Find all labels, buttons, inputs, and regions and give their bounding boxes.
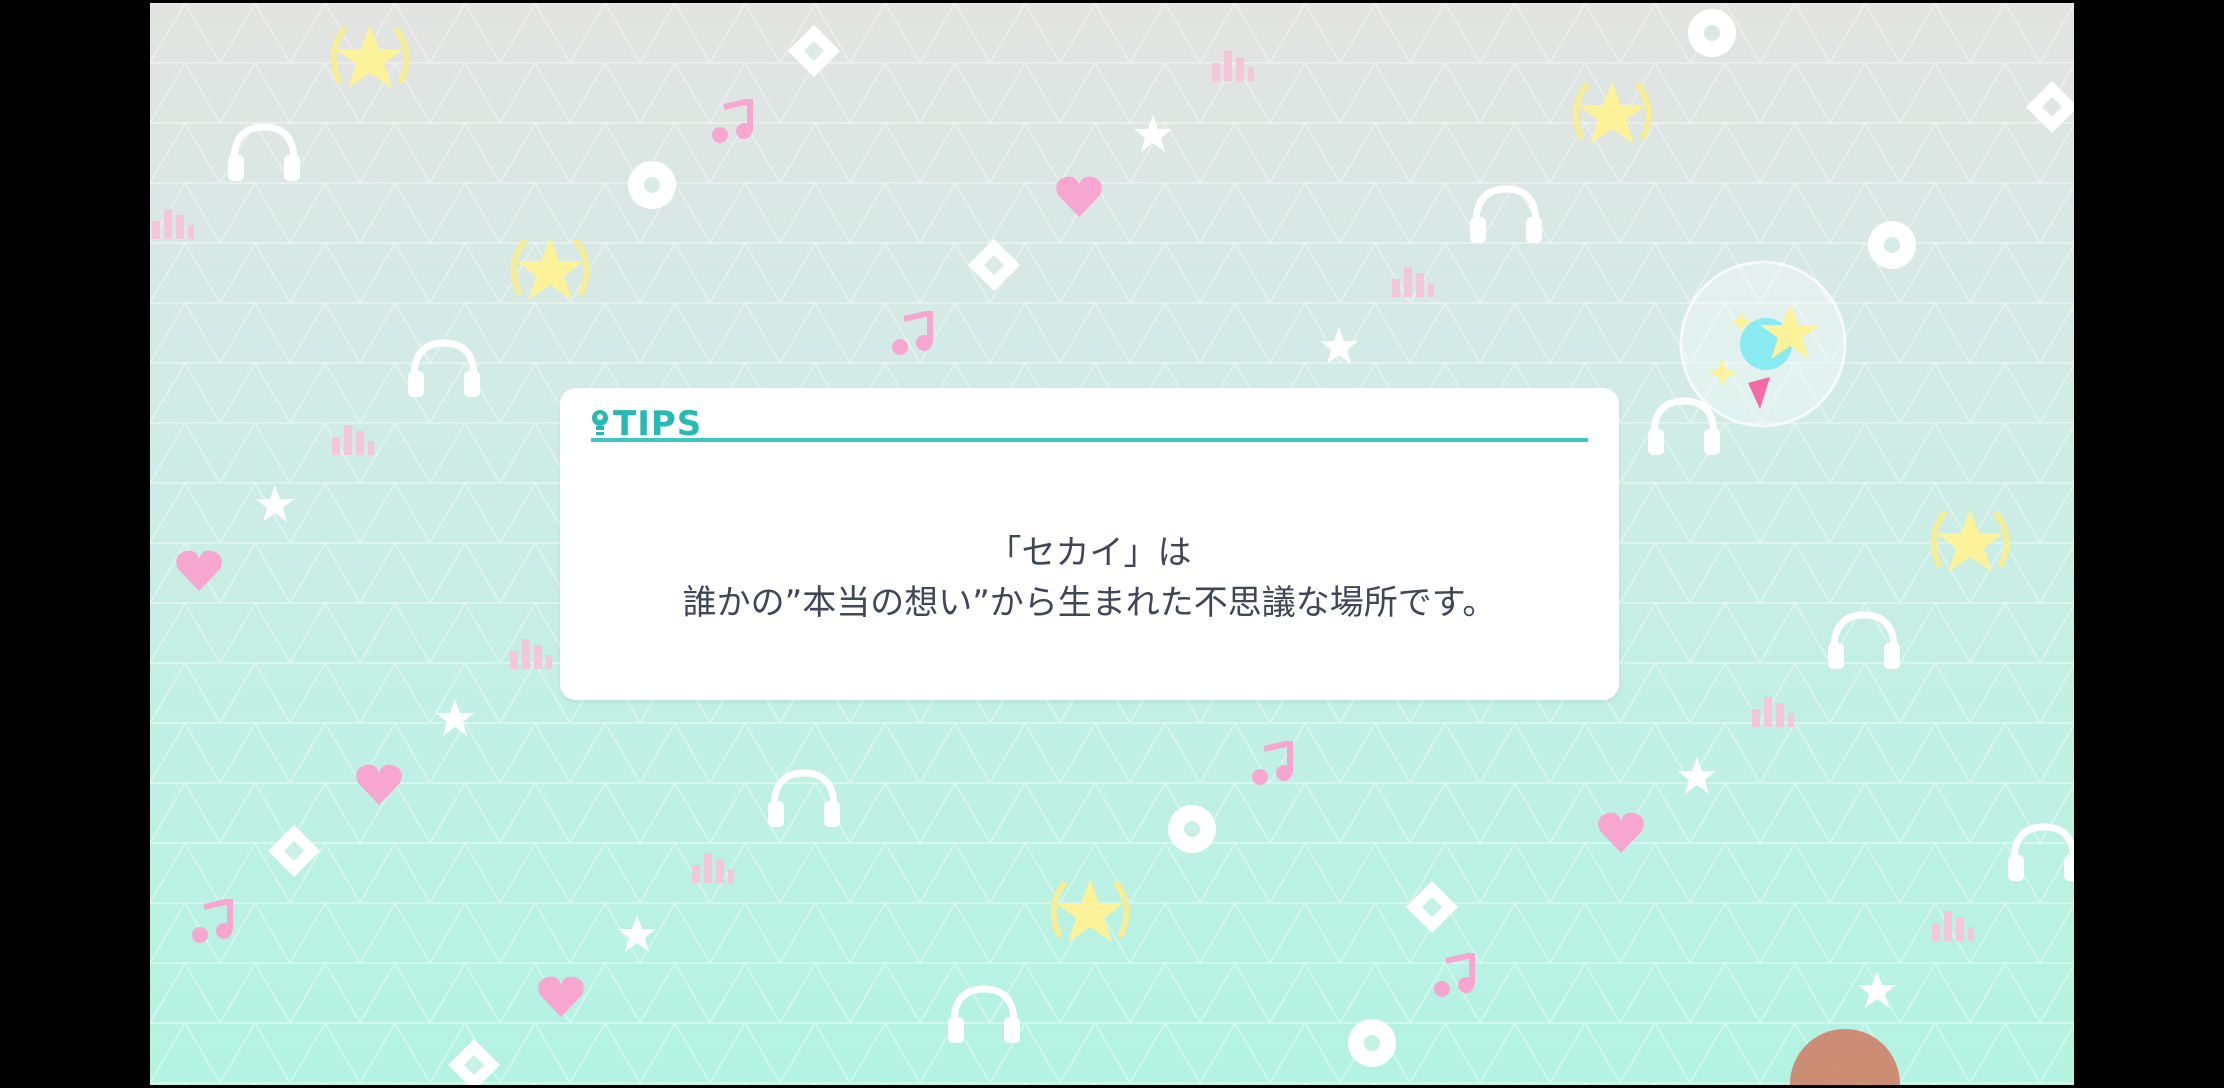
star-icon (1134, 115, 1172, 152)
diamond-icon (448, 1039, 500, 1085)
headphones-icon (2008, 823, 2074, 881)
heart-icon (356, 764, 402, 805)
loading-screen[interactable]: TIPS 「セカイ」は 誰かの”本当の想い”から生まれた不思議な場所です。 (150, 3, 2074, 1085)
headphones-icon (228, 123, 300, 181)
diamond-icon (788, 25, 840, 77)
heart-icon (176, 550, 222, 591)
disc-icon (1868, 221, 1916, 269)
disc-icon (1168, 805, 1216, 853)
diamond-icon (2026, 81, 2074, 133)
laurel-star-icon (330, 25, 410, 88)
music-note-icon (1252, 741, 1293, 785)
tips-heading: TIPS (613, 404, 703, 444)
diamond-icon (968, 239, 1020, 291)
star-icon (618, 915, 656, 952)
star-icon (1678, 757, 1716, 794)
headphones-icon (408, 339, 480, 397)
lightbulb-icon (592, 410, 608, 435)
headphones-icon (1470, 185, 1542, 243)
music-note-icon (712, 99, 753, 143)
equalizer-icon (1212, 51, 1254, 81)
heart-icon (1056, 176, 1102, 217)
tips-header: TIPS (591, 404, 1588, 444)
sparkle-orb (1679, 260, 1847, 428)
music-note-icon (892, 311, 933, 355)
star-icon (1320, 327, 1358, 364)
equalizer-icon (332, 425, 374, 455)
disc-icon (1688, 9, 1736, 57)
star-icon (1858, 971, 1896, 1008)
heart-icon (1598, 812, 1644, 853)
equalizer-icon (152, 209, 194, 239)
music-note-icon (192, 899, 233, 943)
disc-icon (628, 161, 676, 209)
laurel-star-icon (510, 237, 590, 300)
star-icon (436, 699, 474, 736)
tips-text: 「セカイ」は 誰かの”本当の想い”から生まれた不思議な場所です。 (560, 528, 1619, 628)
music-note-icon (1434, 953, 1475, 997)
headphones-icon (948, 985, 1020, 1043)
equalizer-icon (1932, 911, 1974, 941)
headphones-icon (768, 769, 840, 827)
disc-icon (1348, 1019, 1396, 1067)
laurel-star-icon (1930, 509, 2010, 572)
diamond-icon (268, 825, 320, 877)
star-icon (256, 485, 294, 522)
equalizer-icon (1392, 267, 1434, 297)
equalizer-icon (510, 639, 552, 669)
tips-text-line-1: 「セカイ」は (987, 533, 1192, 573)
laurel-star-icon (1050, 879, 1130, 942)
headphones-icon (1828, 611, 1900, 669)
heart-icon (538, 976, 584, 1017)
tips-panel: TIPS 「セカイ」は 誰かの”本当の想い”から生まれた不思議な場所です。 (560, 388, 1619, 700)
equalizer-icon (1752, 697, 1794, 727)
equalizer-icon (692, 853, 734, 883)
diamond-icon (1406, 881, 1458, 933)
tips-text-line-2: 誰かの”本当の想い”から生まれた不思議な場所です。 (682, 583, 1497, 623)
laurel-star-icon (1572, 81, 1652, 144)
